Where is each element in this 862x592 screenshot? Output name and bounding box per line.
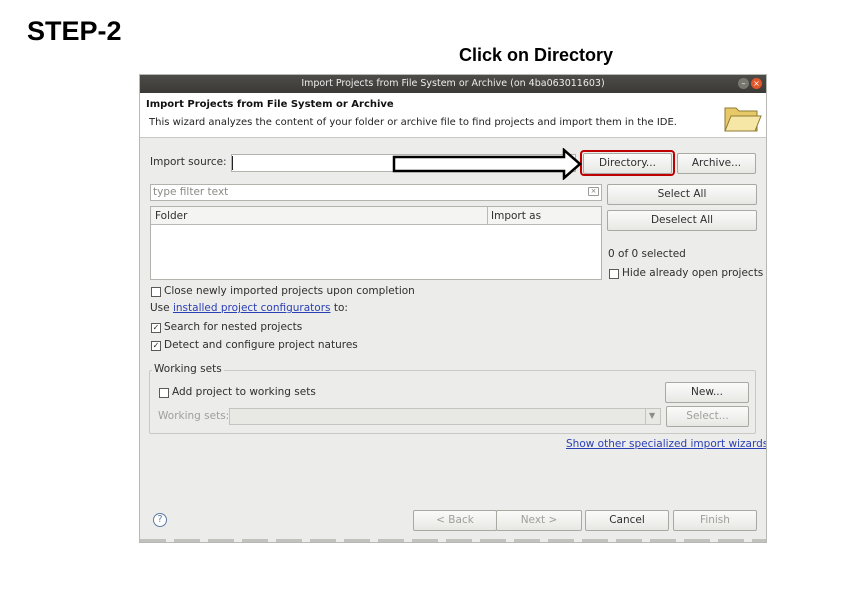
- next-button[interactable]: Next >: [496, 510, 582, 531]
- select-all-button[interactable]: Select All: [607, 184, 757, 205]
- window-titlebar[interactable]: Import Projects from File System or Arch…: [140, 75, 766, 93]
- table-header: Folder Import as: [151, 207, 601, 225]
- cancel-button[interactable]: Cancel: [585, 510, 669, 531]
- back-button[interactable]: < Back: [413, 510, 497, 531]
- close-imported-checkbox[interactable]: [151, 287, 161, 297]
- detect-natures-checkbox[interactable]: ✓: [151, 341, 161, 351]
- select-working-sets-button[interactable]: Select...: [666, 406, 749, 427]
- folder-icon: [724, 107, 762, 132]
- detect-natures-label: Detect and configure project natures: [164, 339, 358, 351]
- use-suffix: to:: [330, 302, 348, 314]
- working-sets-group-title: Working sets: [152, 363, 224, 375]
- text-cursor: [232, 156, 233, 170]
- step-title: STEP-2: [27, 16, 122, 46]
- finish-button[interactable]: Finish: [673, 510, 757, 531]
- window-title: Import Projects from File System or Arch…: [301, 78, 605, 89]
- working-sets-combo[interactable]: ▼: [229, 408, 661, 425]
- wizard-title: Import Projects from File System or Arch…: [146, 99, 394, 110]
- arrow-right-icon: [392, 148, 582, 180]
- import-dialog: Import Projects from File System or Arch…: [139, 74, 767, 543]
- deselect-all-button[interactable]: Deselect All: [607, 210, 757, 231]
- close-imported-label: Close newly imported projects upon compl…: [164, 285, 415, 297]
- working-sets-label: Working sets:: [158, 410, 230, 422]
- configurators-link[interactable]: installed project configurators: [173, 302, 331, 314]
- projects-table[interactable]: Folder Import as: [150, 206, 602, 280]
- filter-placeholder: type filter text: [153, 186, 229, 198]
- chevron-down-icon[interactable]: ▼: [649, 411, 655, 420]
- add-working-sets-checkbox[interactable]: [159, 388, 169, 398]
- new-working-set-button[interactable]: New...: [665, 382, 749, 403]
- add-working-sets-label: Add project to working sets: [172, 386, 316, 398]
- column-separator: [487, 207, 488, 225]
- instruction-text: Click on Directory: [459, 45, 614, 65]
- wizard-description: This wizard analyzes the content of your…: [149, 117, 677, 128]
- directory-highlight: [580, 150, 675, 176]
- combo-separator: [645, 409, 646, 424]
- selection-count: 0 of 0 selected: [608, 248, 686, 260]
- archive-button[interactable]: Archive...: [677, 153, 756, 174]
- column-import-as[interactable]: Import as: [491, 210, 541, 222]
- column-folder[interactable]: Folder: [155, 210, 187, 222]
- clear-filter-icon[interactable]: ×: [588, 187, 599, 196]
- search-nested-checkbox[interactable]: ✓: [151, 323, 161, 333]
- filter-input[interactable]: type filter text ×: [150, 184, 602, 201]
- other-wizards-link[interactable]: Show other specialized import wizards: [566, 438, 766, 450]
- hide-open-projects-checkbox[interactable]: [609, 269, 619, 279]
- search-nested-label: Search for nested projects: [164, 321, 303, 333]
- help-icon[interactable]: ?: [153, 513, 167, 527]
- wizard-header: Import Projects from File System or Arch…: [140, 93, 766, 138]
- hide-open-projects-label: Hide already open projects: [622, 267, 764, 279]
- close-icon[interactable]: ×: [751, 78, 762, 89]
- minimize-icon[interactable]: –: [738, 78, 749, 89]
- background-panel-strip: [140, 539, 766, 542]
- import-source-label: Import source:: [150, 156, 227, 168]
- use-prefix: Use: [150, 302, 173, 314]
- configurators-text: Use installed project configurators to:: [150, 302, 348, 314]
